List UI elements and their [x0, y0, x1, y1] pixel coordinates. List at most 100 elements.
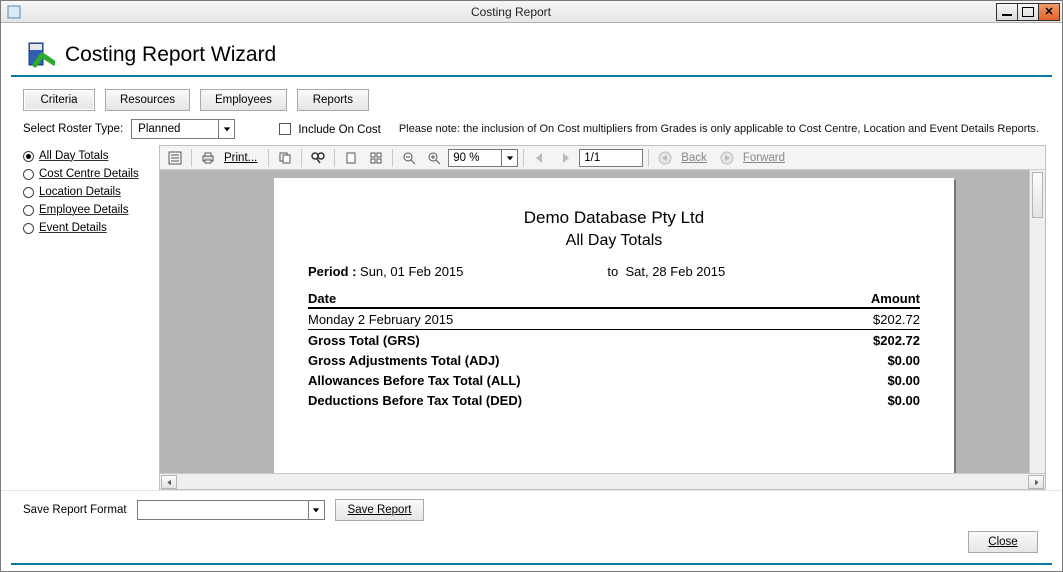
print-button[interactable]: Print... — [224, 152, 257, 164]
row-label: Allowances Before Tax Total (ALL) — [308, 373, 521, 388]
prev-page-icon[interactable] — [529, 148, 551, 168]
radio-icon — [23, 169, 34, 180]
zoom-out-icon[interactable] — [398, 148, 420, 168]
row-label: Deductions Before Tax Total (DED) — [308, 393, 522, 408]
footer-close-row: Close — [1, 525, 1062, 559]
copy-icon[interactable] — [274, 148, 296, 168]
radio-location-details[interactable]: Location Details — [23, 183, 153, 201]
row-amount: $202.72 — [873, 333, 920, 348]
tab-criteria-label: Criteria — [40, 94, 77, 106]
maximize-button[interactable] — [1017, 3, 1039, 21]
radio-employee-details[interactable]: Employee Details — [23, 201, 153, 219]
tab-resources[interactable]: Resources — [105, 89, 190, 111]
radio-icon — [23, 205, 34, 216]
report-viewer: Print... — [159, 145, 1046, 490]
chevron-down-icon[interactable] — [218, 120, 234, 138]
content-row: All Day Totals Cost Centre Details Locat… — [1, 145, 1062, 490]
report-subtitle: All Day Totals — [308, 232, 920, 250]
radio-cost-centre-label: Cost Centre Details — [39, 168, 139, 180]
single-page-icon[interactable] — [340, 148, 362, 168]
tab-reports[interactable]: Reports — [297, 89, 369, 111]
zoom-select[interactable]: 90 % — [448, 149, 518, 167]
roster-type-label: Select Roster Type: — [23, 123, 123, 135]
toc-icon[interactable] — [164, 148, 186, 168]
roster-type-value: Planned — [132, 123, 198, 135]
col-date-label: Date — [308, 291, 336, 306]
report-type-panel: All Day Totals Cost Centre Details Locat… — [23, 145, 153, 490]
report-table-header: Date Amount — [308, 291, 920, 309]
scroll-right-icon[interactable] — [1028, 475, 1044, 489]
close-button[interactable]: Close — [968, 531, 1038, 553]
close-window-button[interactable] — [1038, 3, 1060, 21]
on-cost-note: Please note: the inclusion of On Cost mu… — [399, 123, 1039, 135]
tab-employees-label: Employees — [215, 94, 272, 106]
find-icon[interactable] — [307, 148, 329, 168]
table-row: Monday 2 February 2015 $202.72 — [308, 309, 920, 330]
period-label: Period : — [308, 264, 356, 279]
tab-employees[interactable]: Employees — [200, 89, 287, 111]
radio-event-label: Event Details — [39, 222, 107, 234]
chevron-down-icon[interactable] — [308, 501, 324, 519]
row-label: Gross Adjustments Total (ADJ) — [308, 353, 499, 368]
row-label: Monday 2 February 2015 — [308, 312, 453, 327]
radio-icon — [23, 187, 34, 198]
back-icon[interactable] — [654, 148, 676, 168]
report-period: Period : Sun, 01 Feb 2015 to Sat, 28 Feb… — [308, 264, 920, 279]
radio-icon — [23, 223, 34, 234]
tabs-row: Criteria Resources Employees Reports — [1, 77, 1062, 117]
horizontal-scrollbar[interactable] — [160, 473, 1045, 489]
minimize-button[interactable] — [996, 3, 1018, 21]
tab-reports-label: Reports — [313, 94, 353, 106]
save-format-select[interactable] — [137, 500, 325, 520]
period-to-label: to — [607, 264, 618, 279]
back-button[interactable]: Back — [681, 152, 707, 164]
radio-all-day-label: All Day Totals — [39, 150, 108, 162]
tab-criteria[interactable]: Criteria — [23, 89, 95, 111]
page-value: 1/1 — [584, 152, 600, 164]
wizard-icon — [27, 41, 55, 69]
radio-all-day-totals[interactable]: All Day Totals — [23, 147, 153, 165]
row-amount: $0.00 — [887, 393, 920, 408]
report-company: Demo Database Pty Ltd — [308, 208, 920, 228]
radio-event-details[interactable]: Event Details — [23, 219, 153, 237]
row-label: Gross Total (GRS) — [308, 333, 420, 348]
page-input[interactable]: 1/1 — [579, 149, 643, 167]
period-from: Sun, 01 Feb 2015 — [360, 264, 463, 279]
include-on-cost-label: Include On Cost — [298, 124, 380, 136]
app-icon — [7, 5, 21, 19]
scroll-left-icon[interactable] — [161, 475, 177, 489]
report-page: Demo Database Pty Ltd All Day Totals Per… — [274, 178, 954, 489]
table-row: Gross Adjustments Total (ADJ) $0.00 — [308, 350, 920, 370]
footer-save-row: Save Report Format Save Report — [1, 490, 1062, 525]
row-amount: $202.72 — [873, 312, 920, 327]
forward-button[interactable]: Forward — [743, 152, 785, 164]
printer-icon[interactable] — [197, 148, 219, 168]
criteria-row: Select Roster Type: Planned Include On C… — [1, 117, 1062, 145]
save-report-label: Save Report — [348, 504, 412, 516]
viewer-toolbar: Print... — [160, 146, 1045, 170]
roster-type-select[interactable]: Planned — [131, 119, 235, 139]
wizard-header: Costing Report Wizard — [11, 29, 1052, 77]
close-button-label: Close — [988, 536, 1017, 548]
save-format-label: Save Report Format — [23, 504, 127, 516]
col-amount-label: Amount — [871, 291, 920, 306]
app-window: Costing Report Costing Report Wizard Cri… — [0, 0, 1063, 572]
table-row: Deductions Before Tax Total (DED) $0.00 — [308, 390, 920, 410]
zoom-in-icon[interactable] — [423, 148, 445, 168]
table-row: Allowances Before Tax Total (ALL) $0.00 — [308, 370, 920, 390]
radio-cost-centre-details[interactable]: Cost Centre Details — [23, 165, 153, 183]
chevron-down-icon[interactable] — [501, 149, 517, 167]
viewer-body[interactable]: Demo Database Pty Ltd All Day Totals Per… — [160, 170, 1045, 489]
tab-resources-label: Resources — [120, 94, 175, 106]
include-on-cost-checkbox[interactable]: Include On Cost — [279, 123, 381, 136]
radio-icon — [23, 151, 34, 162]
titlebar[interactable]: Costing Report — [1, 1, 1062, 23]
row-amount: $0.00 — [887, 353, 920, 368]
next-page-icon[interactable] — [554, 148, 576, 168]
save-report-button[interactable]: Save Report — [335, 499, 425, 521]
vertical-scrollbar[interactable] — [1029, 170, 1045, 473]
multi-page-icon[interactable] — [365, 148, 387, 168]
forward-icon[interactable] — [716, 148, 738, 168]
table-row: Gross Total (GRS) $202.72 — [308, 330, 920, 350]
scrollbar-thumb[interactable] — [1032, 172, 1043, 218]
